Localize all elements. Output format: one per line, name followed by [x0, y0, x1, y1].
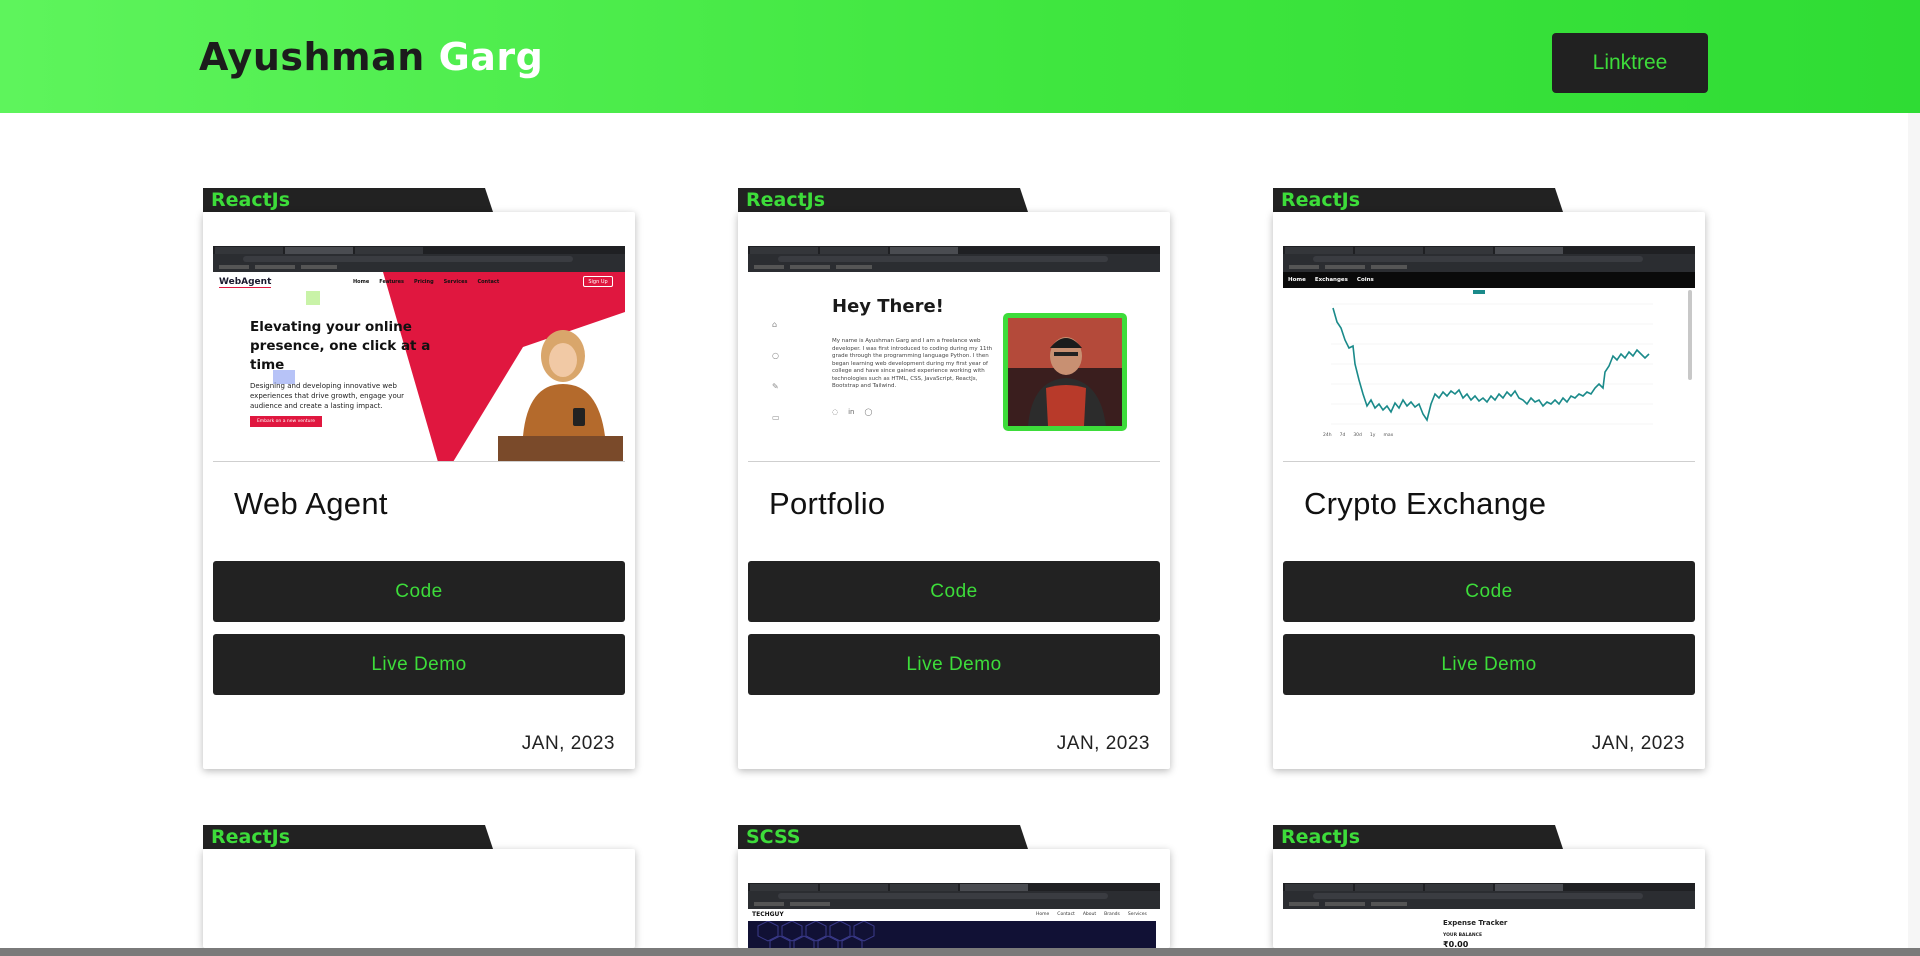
nav-item: Pricing — [414, 279, 434, 285]
project-card — [203, 849, 635, 948]
balance-value: ₹0.00 — [1443, 940, 1469, 948]
nav-item: About — [1082, 912, 1097, 917]
project-date: JAN, 2023 — [1056, 733, 1150, 754]
portfolio-heading: Hey There! — [832, 296, 944, 317]
live-demo-button[interactable]: Live Demo — [213, 634, 625, 695]
project-tag: ReactJs — [1273, 825, 1563, 849]
live-demo-button[interactable]: Live Demo — [1283, 634, 1695, 695]
nav-item: Exchanges — [1314, 277, 1348, 283]
range-selector: 24h 7d 30d 1y max — [1323, 433, 1393, 438]
home-icon: ⌂ — [772, 320, 778, 329]
project-date: JAN, 2023 — [521, 733, 615, 754]
expense-title: Expense Tracker — [1443, 919, 1508, 927]
project-tag: ReactJs — [1273, 188, 1563, 212]
tag-label: ReactJs — [211, 189, 291, 211]
scrollbar-thumb[interactable] — [1908, 113, 1920, 948]
project-screenshot[interactable]: Expense Tracker YOUR BALANCE ₹0.00 — [1283, 883, 1695, 948]
browser-chrome — [748, 883, 1160, 909]
range-option: 30d — [1353, 433, 1362, 438]
user-icon: ○ — [772, 351, 779, 360]
nav-item: Contact — [1057, 912, 1075, 917]
hex-pattern — [757, 920, 875, 948]
decor-square — [306, 291, 320, 305]
range-option: 24h — [1323, 433, 1332, 438]
crypto-navbar: Home Exchanges Coins — [1283, 272, 1695, 288]
nav-item: Home — [353, 279, 370, 285]
techguy-nav: Home Contact About Brands Services — [1036, 912, 1147, 917]
webagent-headline: Elevating your online presence, one clic… — [250, 319, 431, 373]
browser-chrome — [748, 246, 1160, 272]
project-card: WebAgent Home Features Pricing Services … — [203, 212, 635, 769]
range-option: 7d — [1339, 433, 1346, 438]
hex-banner — [748, 920, 1156, 948]
project-card: TECHGUY Home Contact About Brands Servic… — [738, 849, 1170, 948]
live-demo-button[interactable]: Live Demo — [748, 634, 1160, 695]
range-option: 1y — [1369, 433, 1376, 438]
project-screenshot[interactable]: ⌂ ○ ✎ ▭ Hey There! My name is Ayushman G… — [748, 246, 1160, 462]
project-title: Portfolio — [769, 486, 886, 521]
nav-item: Home — [1036, 912, 1050, 917]
range-option: max — [1383, 433, 1394, 438]
project-tag: ReactJs — [738, 188, 1028, 212]
code-button[interactable]: Code — [213, 561, 625, 622]
nav-item: Services — [443, 279, 468, 285]
project-date: JAN, 2023 — [1591, 733, 1685, 754]
nav-item: Brands — [1104, 912, 1120, 917]
profile-photo-illustration — [1008, 318, 1122, 426]
tools-icon: ✎ — [772, 382, 779, 391]
browser-chrome — [1283, 883, 1695, 909]
nav-item: Features — [379, 279, 404, 285]
linkedin-icon: in — [848, 408, 855, 416]
portfolio-social: ◌ in ◯ — [832, 408, 872, 416]
brand-logo[interactable]: Ayushman Garg — [199, 35, 543, 79]
webagent-logo: WebAgent — [219, 277, 272, 288]
project-screenshot[interactable]: WebAgent Home Features Pricing Services … — [213, 246, 625, 462]
tag-label: SCSS — [746, 826, 801, 848]
code-button[interactable]: Code — [1283, 561, 1695, 622]
code-button[interactable]: Code — [748, 561, 1160, 622]
tag-label: ReactJs — [1281, 826, 1361, 848]
github-icon: ◌ — [832, 408, 839, 416]
project-tag: SCSS — [738, 825, 1028, 849]
linktree-button[interactable]: Linktree — [1552, 33, 1708, 93]
project-card: ⌂ ○ ✎ ▭ Hey There! My name is Ayushman G… — [738, 212, 1170, 769]
window-bottom-edge — [0, 948, 1920, 956]
balance-label: YOUR BALANCE — [1443, 933, 1483, 938]
portfolio-sidebar: ⌂ ○ ✎ ▭ — [772, 320, 780, 422]
tag-label: ReactJs — [211, 826, 291, 848]
webagent-nav: Home Features Pricing Services Contact — [353, 279, 499, 285]
brand-first-name: Ayushman — [199, 35, 425, 79]
whatsapp-icon: ◯ — [864, 408, 873, 416]
profile-photo — [1003, 313, 1127, 431]
nav-item: Services — [1127, 912, 1147, 917]
nav-item: Home — [1288, 277, 1306, 283]
techguy-logo: TECHGUY — [752, 911, 784, 918]
project-tag: ReactJs — [203, 188, 493, 212]
webagent-signup-button: Sign Up — [583, 276, 613, 287]
tag-label: ReactJs — [1281, 189, 1361, 211]
inner-scrollbar — [1688, 290, 1692, 380]
site-header: Ayushman Garg Linktree — [0, 0, 1920, 113]
nav-item: Contact — [477, 279, 500, 285]
project-screenshot[interactable]: TECHGUY Home Contact About Brands Servic… — [748, 883, 1160, 948]
webagent-subtext: Designing and developing innovative web … — [250, 382, 405, 410]
tag-label: ReactJs — [746, 189, 826, 211]
project-title: Crypto Exchange — [1304, 486, 1547, 521]
chat-icon: ▭ — [772, 413, 780, 422]
project-card: Expense Tracker YOUR BALANCE ₹0.00 — [1273, 849, 1705, 948]
project-card: Home Exchanges Coins 24h 7d 30d 1y max C… — [1273, 212, 1705, 769]
webagent-cta-button: Embark on a new venture — [250, 416, 322, 427]
brand-last-name: Garg — [438, 35, 544, 79]
nav-item: Coins — [1356, 277, 1374, 283]
project-screenshot[interactable]: Home Exchanges Coins 24h 7d 30d 1y max — [1283, 246, 1695, 462]
project-tag: ReactJs — [203, 825, 493, 849]
project-title: Web Agent — [234, 486, 388, 521]
person-illustration — [498, 330, 623, 461]
browser-chrome — [1283, 246, 1695, 272]
browser-chrome — [213, 246, 625, 272]
portfolio-bio: My name is Ayushman Garg and I am a free… — [832, 338, 993, 389]
